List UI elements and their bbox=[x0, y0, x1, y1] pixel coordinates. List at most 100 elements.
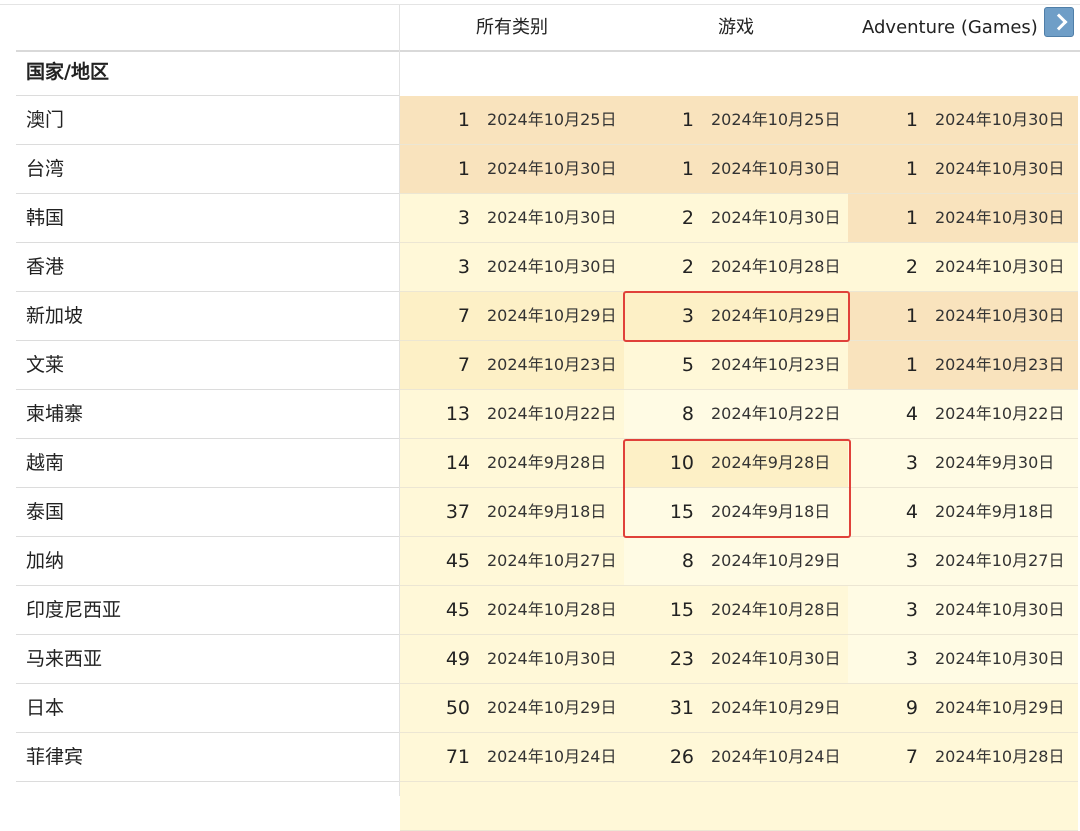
table-row-partial bbox=[0, 782, 1080, 831]
header-games[interactable]: 游戏 bbox=[624, 5, 848, 51]
rank-value: 14 bbox=[445, 452, 470, 474]
country-name[interactable]: 台湾 bbox=[16, 145, 399, 194]
country-name[interactable]: 越南 bbox=[16, 439, 399, 488]
rank-date: 2024年10月23日 bbox=[487, 355, 617, 374]
rank-date: 2024年9月18日 bbox=[935, 502, 1055, 521]
rank-date: 2024年10月30日 bbox=[711, 649, 841, 668]
rank-value: 2 bbox=[681, 256, 694, 278]
country-name[interactable]: 文莱 bbox=[16, 341, 399, 390]
rank-cell: 3 2024年10月30日 bbox=[848, 635, 1078, 684]
rank-value: 4 bbox=[905, 403, 918, 425]
rank-value: 7 bbox=[905, 746, 918, 768]
rank-value: 2 bbox=[681, 207, 694, 229]
rank-date: 2024年10月30日 bbox=[935, 649, 1065, 668]
rank-cell: 14 2024年9月28日 bbox=[400, 439, 624, 488]
country-name[interactable]: 泰国 bbox=[16, 488, 399, 537]
rank-cell: 15 2024年10月28日 bbox=[624, 586, 848, 635]
rank-value: 23 bbox=[669, 648, 694, 670]
rank-value: 3 bbox=[457, 207, 470, 229]
rank-value: 9 bbox=[905, 697, 918, 719]
rank-value: 1 bbox=[457, 109, 470, 131]
rank-cell: 37 2024年9月18日 bbox=[400, 488, 624, 537]
rank-value: 1 bbox=[905, 354, 918, 376]
rank-value: 3 bbox=[905, 648, 918, 670]
rank-value: 71 bbox=[445, 746, 470, 768]
next-column-button[interactable] bbox=[1044, 7, 1074, 37]
rank-cell: 1 2024年10月30日 bbox=[848, 145, 1078, 194]
table-row: 马来西亚 49 2024年10月30日 23 2024年10月30日 3 2024年10月3… bbox=[0, 635, 1080, 684]
rank-cell: 45 2024年10月27日 bbox=[400, 537, 624, 586]
country-name[interactable]: 香港 bbox=[16, 243, 399, 292]
country-name[interactable]: 加纳 bbox=[16, 537, 399, 586]
rank-date: 2024年10月30日 bbox=[711, 159, 841, 178]
country-name[interactable]: 新加坡 bbox=[16, 292, 399, 341]
country-name[interactable]: 印度尼西亚 bbox=[16, 586, 399, 635]
rank-cell: 7 2024年10月29日 bbox=[400, 292, 624, 341]
rank-cell: 13 2024年10月22日 bbox=[400, 390, 624, 439]
rank-date: 2024年10月30日 bbox=[935, 110, 1065, 129]
rank-date: 2024年10月22日 bbox=[935, 404, 1065, 423]
rank-value: 3 bbox=[905, 452, 918, 474]
rank-value: 45 bbox=[445, 599, 470, 621]
table-row: 台湾 1 2024年10月30日 1 2024年10月30日 1 2024年10月30日 bbox=[0, 145, 1080, 194]
rank-value: 5 bbox=[681, 354, 694, 376]
rank-cell: 1 2024年10月23日 bbox=[848, 341, 1078, 390]
rank-value: 3 bbox=[905, 550, 918, 572]
country-name[interactable]: 菲律宾 bbox=[16, 733, 399, 782]
rank-value: 31 bbox=[669, 697, 694, 719]
rank-value: 49 bbox=[445, 648, 470, 670]
country-column-header: 国家/地区 bbox=[16, 52, 399, 96]
rank-value: 1 bbox=[905, 109, 918, 131]
rank-date: 2024年10月25日 bbox=[711, 110, 841, 129]
highlight-box-vietnam-thailand-games bbox=[623, 439, 851, 538]
table-row: 加纳 45 2024年10月27日 8 2024年10月29日 3 2024年10月27日 bbox=[0, 537, 1080, 586]
rank-date: 2024年10月28日 bbox=[711, 257, 841, 276]
rank-date: 2024年10月24日 bbox=[711, 747, 841, 766]
rank-cell: 8 2024年10月29日 bbox=[624, 537, 848, 586]
rank-cell: 3 2024年9月30日 bbox=[848, 439, 1078, 488]
rank-value: 3 bbox=[905, 599, 918, 621]
rank-cell: 1 2024年10月30日 bbox=[848, 194, 1078, 243]
rank-date: 2024年10月22日 bbox=[711, 404, 841, 423]
country-name[interactable]: 马来西亚 bbox=[16, 635, 399, 684]
table-row: 香港 3 2024年10月30日 2 2024年10月28日 2 2024年10月30日 bbox=[0, 243, 1080, 292]
rank-cell: 3 2024年10月30日 bbox=[400, 243, 624, 292]
country-name[interactable]: 日本 bbox=[16, 684, 399, 733]
rank-cell: 49 2024年10月30日 bbox=[400, 635, 624, 684]
rank-value: 7 bbox=[457, 354, 470, 376]
rank-cell: 9 2024年10月29日 bbox=[848, 684, 1078, 733]
rank-cell: 23 2024年10月30日 bbox=[624, 635, 848, 684]
country-name[interactable]: 韩国 bbox=[16, 194, 399, 243]
rank-date: 2024年10月27日 bbox=[487, 551, 617, 570]
rank-date: 2024年10月24日 bbox=[487, 747, 617, 766]
rank-date: 2024年10月29日 bbox=[935, 698, 1065, 717]
rank-date: 2024年10月30日 bbox=[487, 208, 617, 227]
rank-cell bbox=[624, 782, 848, 831]
rank-value: 1 bbox=[681, 109, 694, 131]
rank-cell: 26 2024年10月24日 bbox=[624, 733, 848, 782]
rank-date: 2024年10月30日 bbox=[935, 159, 1065, 178]
table-row: 泰国 37 2024年9月18日 15 2024年9月18日 4 2024年9月18日 bbox=[0, 488, 1080, 537]
rank-date: 2024年10月29日 bbox=[711, 698, 841, 717]
table-row: 新加坡 7 2024年10月29日 3 2024年10月29日 1 2024年10月30日 bbox=[0, 292, 1080, 341]
table-header: 所有类别 游戏 Adventure (Games) bbox=[0, 5, 1080, 51]
rank-value: 50 bbox=[445, 697, 470, 719]
country-name[interactable]: 柬埔寨 bbox=[16, 390, 399, 439]
rank-value: 2 bbox=[905, 256, 918, 278]
rank-cell: 3 2024年10月30日 bbox=[400, 194, 624, 243]
table-row: 菲律宾 71 2024年10月24日 26 2024年10月24日 7 2024年10月28… bbox=[0, 733, 1080, 782]
rank-cell: 5 2024年10月23日 bbox=[624, 341, 848, 390]
rank-date: 2024年10月30日 bbox=[935, 600, 1065, 619]
rank-date: 2024年10月29日 bbox=[711, 551, 841, 570]
rank-date: 2024年10月28日 bbox=[711, 600, 841, 619]
rank-date: 2024年10月29日 bbox=[487, 698, 617, 717]
rank-cell: 1 2024年10月30日 bbox=[848, 96, 1078, 145]
rank-date: 2024年10月22日 bbox=[487, 404, 617, 423]
table-row: 韩国 3 2024年10月30日 2 2024年10月30日 1 2024年10月30日 bbox=[0, 194, 1080, 243]
rank-cell: 7 2024年10月23日 bbox=[400, 341, 624, 390]
rank-date: 2024年9月28日 bbox=[487, 453, 607, 472]
header-all-categories[interactable]: 所有类别 bbox=[400, 5, 624, 51]
rank-value: 37 bbox=[445, 501, 470, 523]
rank-value: 15 bbox=[669, 599, 694, 621]
country-name[interactable]: 澳门 bbox=[16, 96, 399, 145]
